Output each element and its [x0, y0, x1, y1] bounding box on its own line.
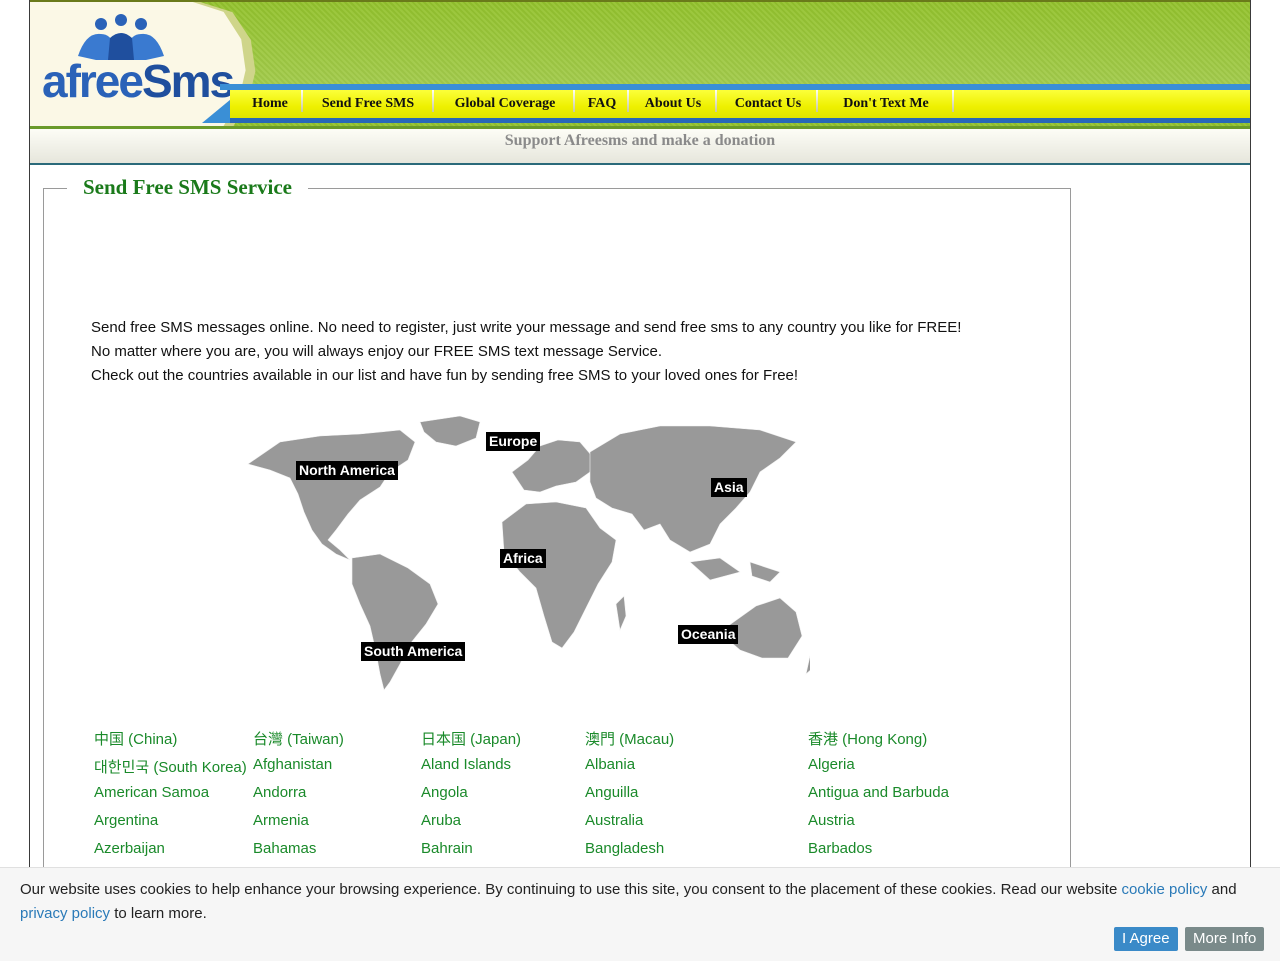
intro-line: Send free SMS messages online. No need t…	[91, 319, 962, 336]
nav-about-us[interactable]: About Us	[634, 90, 712, 118]
country-link[interactable]: Armenia	[253, 812, 309, 829]
map-north-america	[247, 429, 416, 561]
nav-contact-us[interactable]: Contact Us	[723, 90, 813, 118]
agree-button[interactable]: I Agree	[1114, 927, 1178, 951]
nav-dont-text-me[interactable]: Don't Text Me	[824, 90, 948, 118]
country-link[interactable]: 香港 (Hong Kong)	[808, 728, 927, 749]
country-link[interactable]: Bahamas	[253, 840, 316, 857]
cookie-banner: Our website uses cookies to help enhance…	[0, 867, 1280, 961]
cookie-message: Our website uses cookies to help enhance…	[20, 881, 1237, 922]
country-link[interactable]: Algeria	[808, 756, 855, 773]
continent-europe[interactable]: Europe	[486, 432, 541, 451]
country-link[interactable]: Andorra	[253, 784, 306, 801]
intro-line: No matter where you are, you will always…	[91, 343, 663, 360]
country-link[interactable]: Bangladesh	[585, 840, 664, 857]
continent-north-america[interactable]: North America	[296, 461, 398, 480]
continent-africa[interactable]: Africa	[500, 549, 546, 568]
country-link[interactable]: 대한민국 (South Korea)	[94, 756, 247, 777]
country-link[interactable]: Barbados	[808, 840, 872, 857]
country-link[interactable]: Australia	[585, 812, 643, 829]
page-container: afreeSms Home Send Free SMS Global Cover…	[29, 0, 1251, 960]
country-link[interactable]: Angola	[421, 784, 468, 801]
country-link[interactable]: 澳門 (Macau)	[585, 728, 674, 749]
country-link[interactable]: Afghanistan	[253, 756, 332, 773]
nav-send-free-sms[interactable]: Send Free SMS	[308, 90, 428, 118]
country-link[interactable]: Anguilla	[585, 784, 638, 801]
nav-global-coverage[interactable]: Global Coverage	[440, 90, 570, 118]
country-link[interactable]: American Samoa	[94, 784, 209, 801]
donation-bar: Support Afreesms and make a donation	[30, 129, 1250, 165]
map-asia	[589, 425, 797, 553]
country-link[interactable]: 台灣 (Taiwan)	[253, 728, 344, 749]
country-link[interactable]: Bahrain	[421, 840, 473, 857]
cookie-policy-link[interactable]: cookie policy	[1121, 881, 1207, 898]
continent-asia[interactable]: Asia	[711, 478, 747, 497]
logo[interactable]: afreeSms	[30, 2, 246, 126]
country-link[interactable]: Aland Islands	[421, 756, 511, 773]
logo-text: afreeSms	[42, 55, 235, 107]
map-africa	[501, 501, 617, 649]
country-link[interactable]: 日本国 (Japan)	[421, 728, 521, 749]
main-nav: Home Send Free SMS Global Coverage FAQ A…	[230, 90, 1250, 123]
country-link[interactable]: 中国 (China)	[94, 728, 177, 749]
nav-faq[interactable]: FAQ	[582, 90, 622, 118]
site-header: afreeSms Home Send Free SMS Global Cover…	[30, 0, 1250, 130]
continent-oceania[interactable]: Oceania	[678, 625, 739, 644]
country-link[interactable]: Antigua and Barbuda	[808, 784, 949, 801]
country-link[interactable]: Argentina	[94, 812, 158, 829]
country-link[interactable]: Aruba	[421, 812, 461, 829]
nav-home[interactable]: Home	[244, 90, 296, 118]
country-link[interactable]: Azerbaijan	[94, 840, 165, 857]
privacy-policy-link[interactable]: privacy policy	[20, 905, 110, 922]
donation-link[interactable]: Support Afreesms and make a donation	[30, 132, 1250, 150]
more-info-button[interactable]: More Info	[1185, 927, 1265, 951]
continent-south-america[interactable]: South America	[361, 642, 466, 661]
country-link[interactable]: Austria	[808, 812, 855, 829]
country-link[interactable]: Albania	[585, 756, 635, 773]
intro-line: Check out the countries available in our…	[91, 367, 799, 384]
map-south-america	[351, 553, 439, 691]
panel-title: Send Free SMS Service	[67, 175, 308, 200]
